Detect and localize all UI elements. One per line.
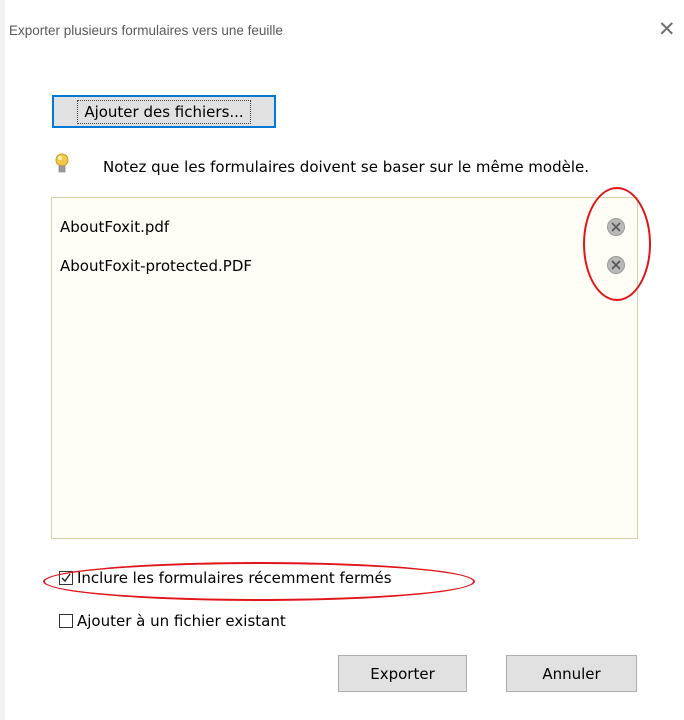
remove-file-icon[interactable] — [607, 218, 625, 236]
note-text: Notez que les formulaires doivent se bas… — [103, 158, 590, 176]
append-existing-checkbox[interactable] — [59, 614, 73, 628]
append-existing-label: Ajouter à un fichier existant — [77, 612, 286, 630]
include-recent-checkbox[interactable] — [59, 571, 73, 585]
cancel-button[interactable]: Annuler — [506, 655, 637, 692]
list-item[interactable]: AboutFoxit.pdf — [60, 218, 169, 236]
export-forms-dialog: Exporter plusieurs formulaires vers une … — [0, 0, 684, 720]
include-recent-option[interactable]: Inclure les formulaires récemment fermés — [59, 569, 392, 587]
append-existing-option[interactable]: Ajouter à un fichier existant — [59, 612, 286, 630]
export-button[interactable]: Exporter — [338, 655, 467, 692]
window-edge — [0, 0, 5, 720]
remove-file-icon[interactable] — [607, 256, 625, 274]
include-recent-label: Inclure les formulaires récemment fermés — [77, 569, 392, 587]
list-item[interactable]: AboutFoxit-protected.PDF — [60, 257, 252, 275]
dialog-title: Exporter plusieurs formulaires vers une … — [9, 23, 283, 38]
add-files-button[interactable]: Ajouter des fichiers... — [52, 95, 276, 128]
file-listbox[interactable]: AboutFoxit.pdf AboutFoxit-protected.PDF — [51, 197, 638, 539]
close-icon[interactable]: ✕ — [658, 19, 676, 40]
add-files-button-label: Ajouter des fichiers... — [77, 99, 251, 124]
lightbulb-icon — [55, 153, 69, 173]
